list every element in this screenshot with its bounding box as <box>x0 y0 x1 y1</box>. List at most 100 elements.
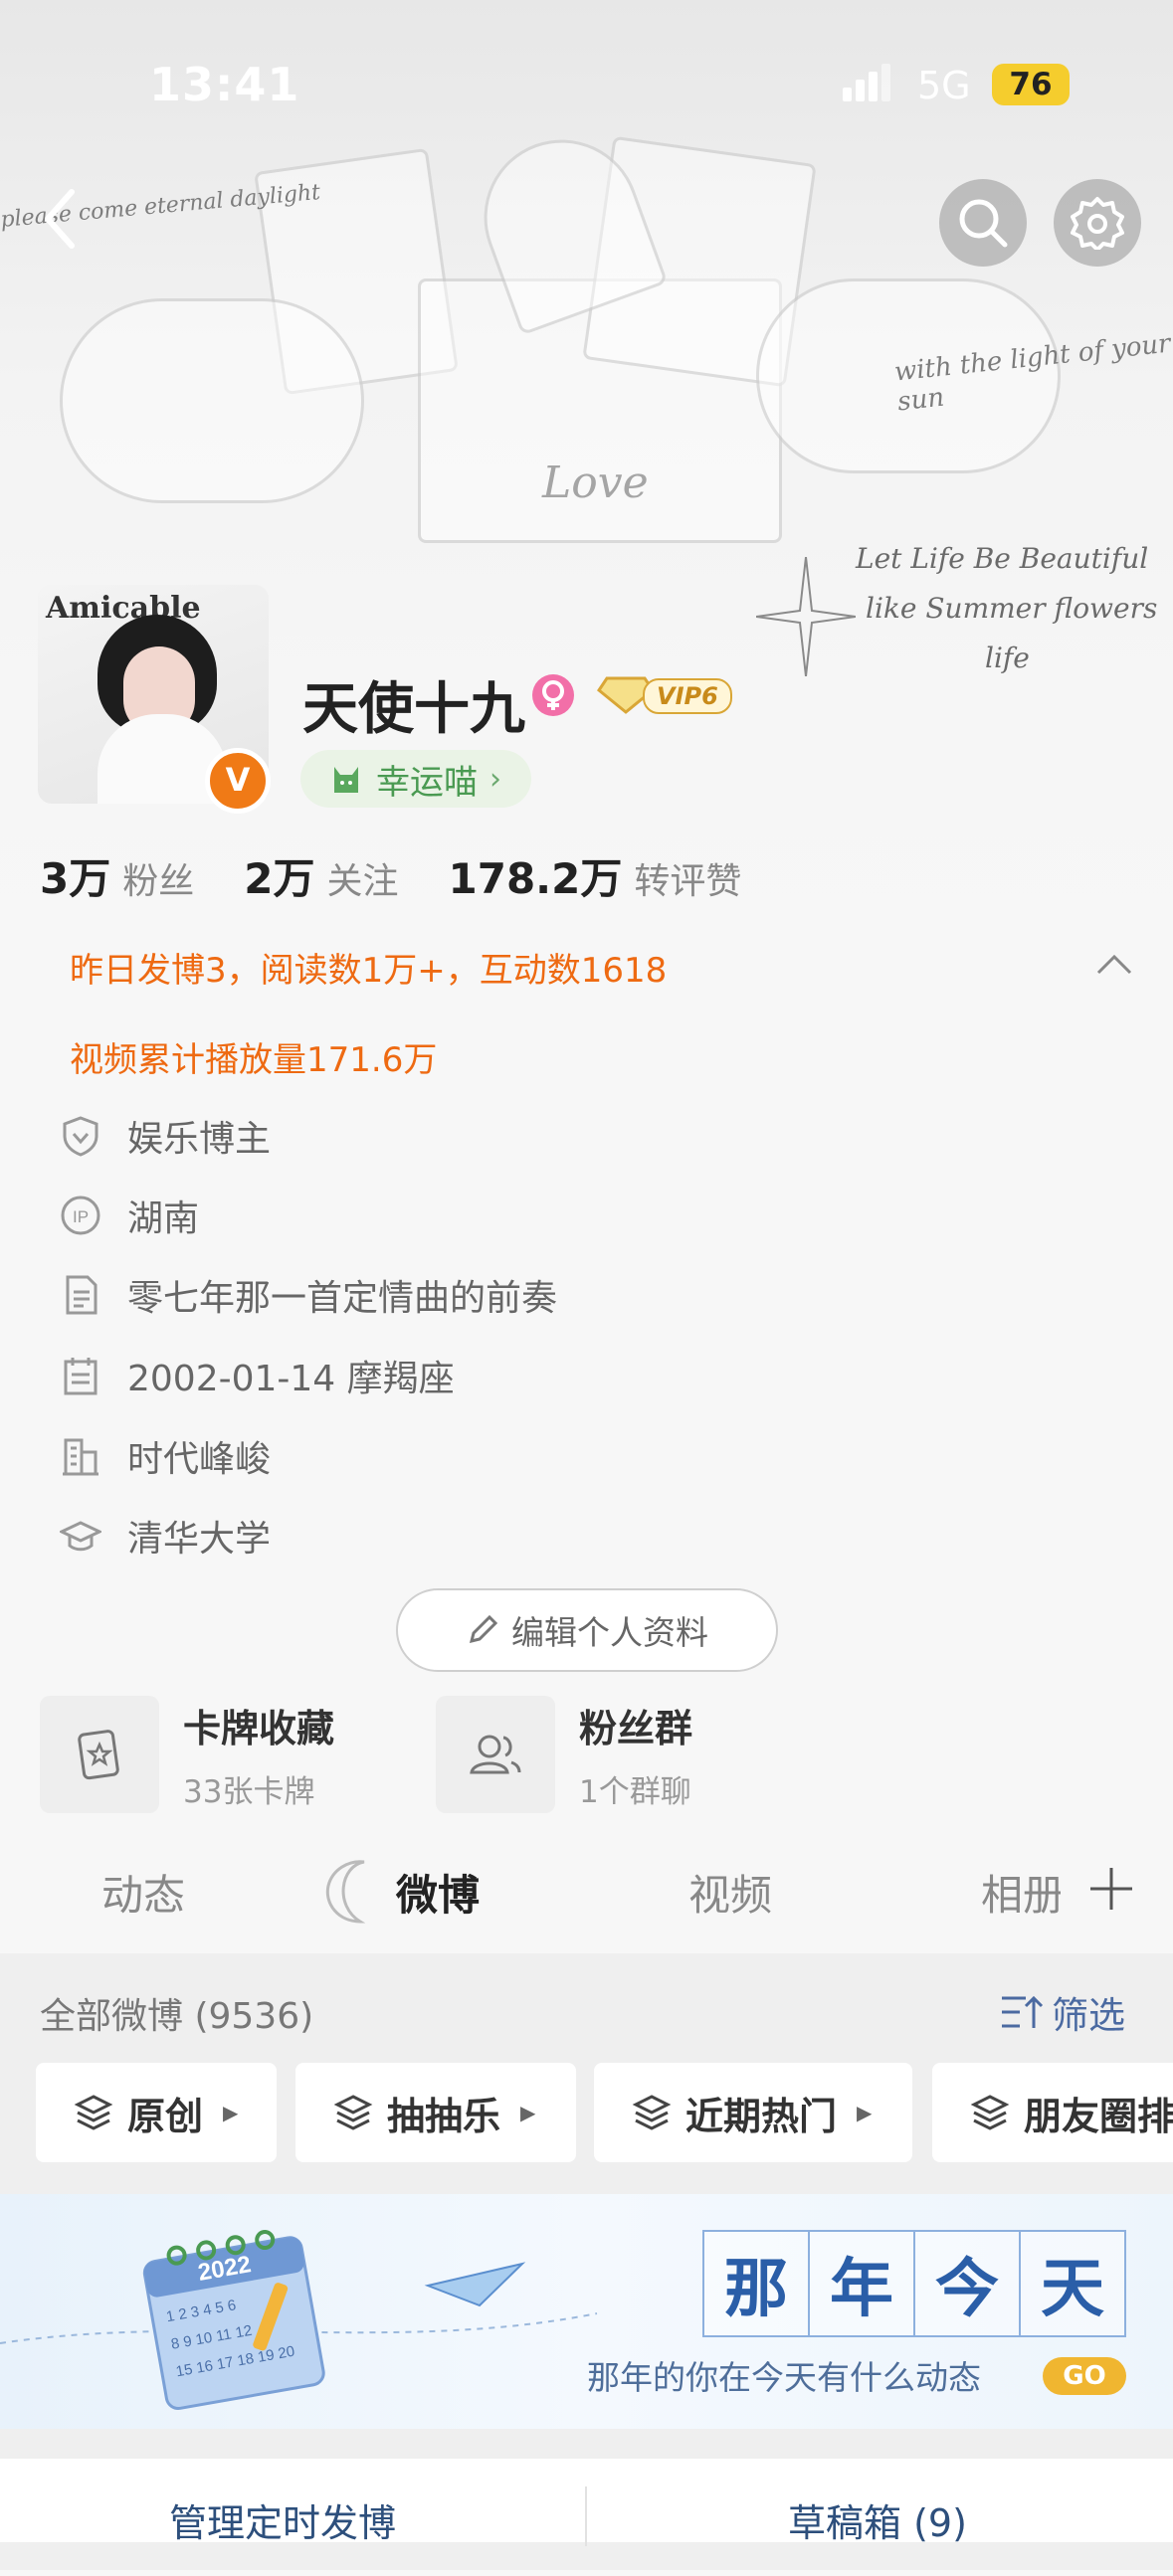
settings-button[interactable] <box>1054 179 1141 267</box>
chip-label: 抽抽乐 <box>387 2094 501 2138</box>
daily-summary: 昨日发博3，阅读数1万+，互动数1618 <box>70 951 668 991</box>
back-button[interactable] <box>30 179 90 259</box>
plus-icon[interactable] <box>1086 1864 1136 1914</box>
info-row-school: 清华大学 <box>60 1510 271 1562</box>
stat-following[interactable]: 2万 关注 <box>244 845 398 906</box>
caret-right-icon: ▶ <box>223 2101 239 2124</box>
header-background: please come eternal daylight Love with t… <box>0 0 1173 955</box>
card-collection-icon <box>40 1696 159 1813</box>
card-collection[interactable]: 卡牌收藏 33张卡牌 <box>40 1696 334 1813</box>
svg-text:IP: IP <box>73 1207 89 1226</box>
signal-icon <box>843 64 890 101</box>
go-button[interactable]: GO <box>1043 2357 1126 2395</box>
graduation-cap-icon <box>60 1521 101 1552</box>
chevron-up-icon[interactable] <box>1096 953 1132 975</box>
sparkle-icon <box>756 557 856 676</box>
script-text: life <box>985 642 1030 674</box>
stat-label: 关注 <box>326 861 399 902</box>
chip-label: 近期热门 <box>685 2094 838 2138</box>
stat-label: 转评赞 <box>634 861 742 902</box>
card-title: 粉丝群 <box>579 1707 693 1750</box>
info-text: 娱乐博主 <box>127 1119 272 1160</box>
filter-button[interactable]: 筛选 <box>1000 1985 1125 2039</box>
calendar-icon <box>64 1358 98 1395</box>
banner-title-char: 今 <box>913 2230 1021 2337</box>
script-text: Love <box>542 458 649 508</box>
tab-albums[interactable]: 相册 <box>981 1862 1061 1923</box>
chevron-left-icon <box>45 189 75 249</box>
vip-level-label: VIP6 <box>643 678 732 714</box>
female-icon <box>532 674 574 716</box>
network-label: 5G <box>917 64 971 107</box>
status-time: 13:41 <box>149 58 300 111</box>
profile-name: 天使十九 <box>302 677 525 742</box>
info-text: 清华大学 <box>127 1519 272 1560</box>
divider <box>585 2486 587 2546</box>
edit-profile-label: 编辑个人资料 <box>511 1613 708 1652</box>
info-text: 时代峰峻 <box>127 1439 272 1480</box>
layers-icon <box>74 2095 113 2130</box>
gear-icon <box>1071 197 1124 250</box>
cat-icon <box>334 767 358 793</box>
stat-value: 3万 <box>40 854 111 903</box>
caret-right-icon: ▶ <box>520 2101 536 2124</box>
group-icon <box>436 1696 555 1813</box>
chevron-right-icon: › <box>489 761 501 797</box>
layers-icon <box>632 2095 672 2130</box>
chip-original[interactable]: 原创 ▶ <box>36 2063 277 2162</box>
search-button[interactable] <box>939 179 1027 267</box>
building-icon <box>63 1438 98 1476</box>
document-icon <box>66 1275 98 1315</box>
chip-lottery[interactable]: 抽抽乐 ▶ <box>295 2063 576 2162</box>
tab-videos[interactable]: 视频 <box>688 1862 772 1923</box>
battery-indicator: 76 <box>992 64 1070 105</box>
calendar-illustration: 2022 1 2 3 4 5 6 8 9 10 11 12 15 16 17 1… <box>142 2230 325 2411</box>
paper-plane-icon <box>424 2262 526 2307</box>
stat-followers[interactable]: 3万 粉丝 <box>40 845 194 906</box>
chip-label: 原创 <box>127 2094 204 2138</box>
vip-badge[interactable]: VIP6 <box>597 674 738 714</box>
chip-label: 朋友圈排 <box>1024 2094 1173 2138</box>
info-text: 2002-01-14 摩羯座 <box>127 1359 455 1399</box>
card-subtitle: 1个群聊 <box>579 1774 691 1810</box>
info-row-category: 娱乐博主 <box>60 1110 271 1162</box>
info-row-birthday: 2002-01-14 摩羯座 <box>60 1350 455 1401</box>
caret-right-icon: ▶ <box>857 2101 873 2124</box>
stat-engagement[interactable]: 178.2万 转评赞 <box>449 845 742 906</box>
chip-friends-ranking[interactable]: 朋友圈排 <box>932 2063 1173 2162</box>
banner-title-char: 年 <box>808 2230 915 2337</box>
pencil-icon <box>469 1614 498 1644</box>
info-text: 湖南 <box>127 1198 200 1239</box>
search-icon <box>959 199 1008 248</box>
drafts-button[interactable]: 草稿箱 (9) <box>788 2492 967 2547</box>
tab-feed[interactable]: 动态 <box>101 1862 185 1923</box>
card-fan-group[interactable]: 粉丝群 1个群聊 <box>436 1696 692 1813</box>
video-play-count: 视频累计播放量171.6万 <box>70 1040 438 1080</box>
info-row-bio: 零七年那一首定情曲的前奏 <box>60 1269 557 1321</box>
card-subtitle: 33张卡牌 <box>183 1774 315 1810</box>
layers-icon <box>333 2095 373 2130</box>
shield-icon <box>63 1116 98 1157</box>
lucky-cat-button[interactable]: 幸运喵 › <box>300 750 531 808</box>
banner-subtitle: 那年的你在今天有什么动态 <box>587 2358 981 2397</box>
script-text: like Summer flowers <box>866 592 1158 625</box>
stat-label: 粉丝 <box>122 861 195 902</box>
script-text: Let Life Be Beautiful <box>856 542 1149 575</box>
decor-heart <box>60 298 364 503</box>
tab-weibo[interactable]: 微博 <box>396 1862 480 1923</box>
edit-profile-button[interactable]: 编辑个人资料 <box>396 1588 778 1672</box>
banner-title-char: 天 <box>1019 2230 1126 2337</box>
info-row-ip: IP 湖南 <box>60 1190 199 1241</box>
banner-title-char: 那 <box>702 2230 810 2337</box>
scheduled-posts-button[interactable]: 管理定时发博 <box>169 2492 396 2547</box>
verified-badge: V <box>205 748 271 814</box>
ip-icon: IP <box>61 1196 100 1235</box>
filter-icon <box>1002 1995 1044 2028</box>
card-title: 卡牌收藏 <box>183 1707 335 1750</box>
lucky-label: 幸运喵 <box>376 762 478 803</box>
chip-recent-hot[interactable]: 近期热门 ▶ <box>594 2063 912 2162</box>
stat-value: 178.2万 <box>448 854 623 903</box>
profile-stats: 3万 粉丝 2万 关注 178.2万 转评赞 <box>40 845 741 906</box>
layers-icon <box>970 2095 1010 2130</box>
filter-label: 筛选 <box>1052 1994 1125 2037</box>
